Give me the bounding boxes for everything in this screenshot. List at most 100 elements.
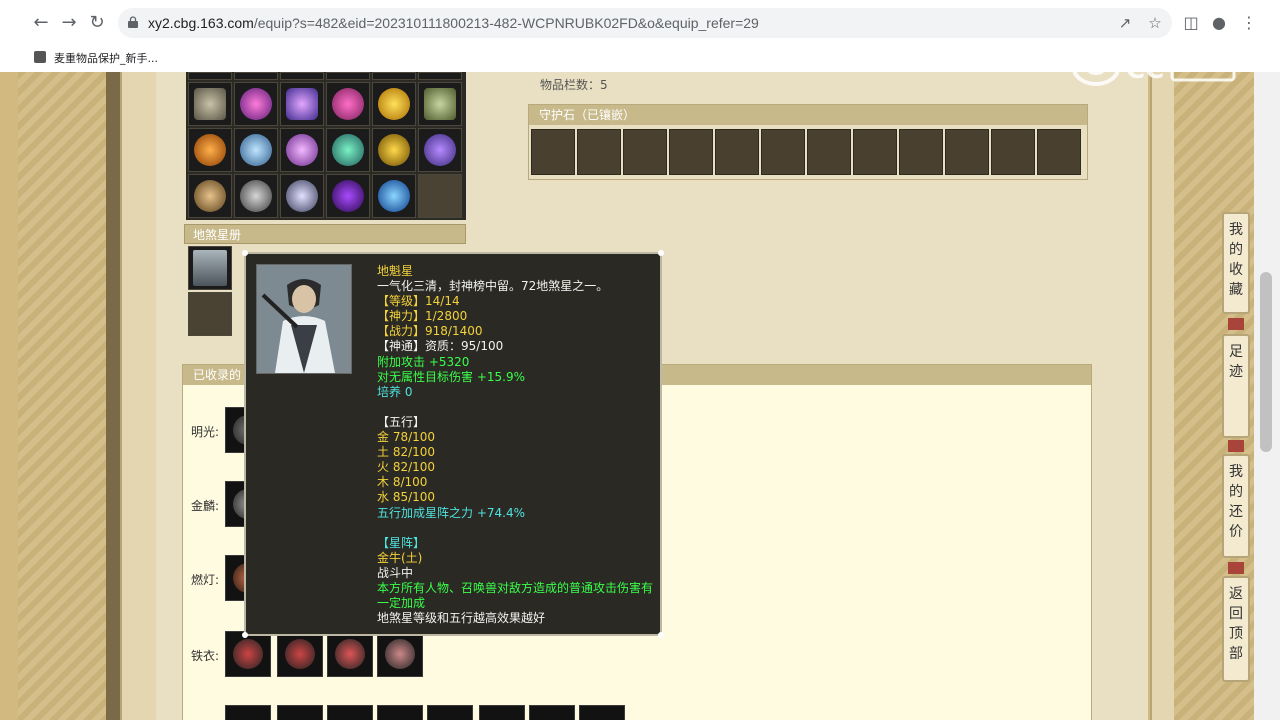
tooltip-line: 【神通】资质：95/100	[377, 339, 504, 354]
menu-icon[interactable]: ⋮	[1238, 12, 1260, 34]
inventory-cell[interactable]	[188, 72, 232, 80]
star-icon[interactable]: ☆	[1146, 14, 1164, 32]
tooltip-corner	[242, 632, 248, 638]
guard-stone-slot[interactable]	[807, 129, 851, 175]
inventory-cell[interactable]	[234, 128, 278, 172]
inventory-cell[interactable]	[372, 82, 416, 126]
collect-cell[interactable]	[277, 705, 323, 720]
tooltip-line: 地煞星等级和五行越高效果越好	[377, 611, 546, 626]
inventory-cell[interactable]	[188, 128, 232, 172]
back-icon[interactable]: ←	[28, 10, 54, 36]
svg-text:CC: CC	[1126, 55, 1164, 85]
reload-icon[interactable]: ↻	[84, 10, 110, 36]
collect-cell[interactable]	[529, 705, 575, 720]
inventory-cell[interactable]	[418, 128, 462, 172]
tooltip-line	[377, 521, 661, 536]
inventory-cell[interactable]	[280, 174, 324, 218]
url-host: xy2.cbg.163.com	[148, 15, 254, 31]
tooltip-line: 【五行】	[377, 414, 426, 429]
inventory-cell[interactable]	[326, 174, 370, 218]
star-book-cell-empty[interactable]	[188, 292, 232, 336]
inventory-cell[interactable]	[326, 128, 370, 172]
star-portrait-icon	[193, 250, 227, 286]
address-bar[interactable]: xy2.cbg.163.com/equip?s=482&eid=20231011…	[118, 8, 1172, 38]
inventory-cell-empty[interactable]	[418, 174, 462, 218]
inventory-cell[interactable]	[326, 82, 370, 126]
star-book-grid	[186, 246, 246, 342]
tooltip-line: 木 8/100	[377, 475, 428, 490]
scrollbar[interactable]	[1254, 72, 1280, 720]
necklace-item-icon	[335, 639, 365, 669]
inventory-cell[interactable]	[234, 82, 278, 126]
guard-stone-slot[interactable]	[577, 129, 621, 175]
inventory-cell[interactable]	[234, 174, 278, 218]
guard-stone-slot[interactable]	[761, 129, 805, 175]
left-border	[106, 72, 120, 720]
back-to-top-label: 返 回 顶 部	[1229, 586, 1243, 662]
guard-stone-slot[interactable]	[991, 129, 1035, 175]
footprint-label: 足 迹	[1229, 344, 1243, 380]
tooltip-line: 战斗中	[377, 565, 414, 580]
guard-stone-slot[interactable]	[945, 129, 989, 175]
forward-icon[interactable]: →	[56, 10, 82, 36]
inventory-cell[interactable]	[372, 72, 416, 80]
collect-cell[interactable]	[427, 705, 473, 720]
collect-row-label: 燃灯:	[191, 573, 220, 587]
ring-item-icon	[194, 180, 226, 212]
share-icon[interactable]: ↗	[1116, 14, 1134, 32]
guard-stone-slot[interactable]	[623, 129, 667, 175]
tooltip-line: 水 85/100	[377, 490, 436, 505]
guard-stone-slot[interactable]	[1037, 129, 1081, 175]
collect-cell[interactable]	[579, 705, 625, 720]
scrollbar-thumb[interactable]	[1260, 272, 1272, 452]
guard-stone-slot[interactable]	[853, 129, 897, 175]
inventory-cell[interactable]	[188, 174, 232, 218]
guard-stone-slot[interactable]	[669, 129, 713, 175]
jade-box-item-icon	[424, 88, 456, 120]
inventory-cell[interactable]	[372, 174, 416, 218]
profile-icon[interactable]: ●	[1208, 12, 1230, 34]
collect-cell[interactable]	[277, 631, 323, 677]
bookmark-favicon-icon	[34, 51, 46, 63]
inventory-cell[interactable]	[372, 128, 416, 172]
star-book-cell[interactable]	[188, 246, 232, 290]
collect-cell[interactable]	[225, 705, 271, 720]
inventory-cell[interactable]	[418, 82, 462, 126]
collect-cell[interactable]	[225, 631, 271, 677]
tooltip-line: 对无属性目标伤害 +15.9%	[377, 369, 525, 384]
star-book-title: 地煞星册	[184, 224, 466, 244]
my-favorites-button[interactable]: 我 的 收 藏	[1222, 212, 1250, 314]
sidepanel-icon[interactable]: ◫	[1180, 12, 1202, 34]
my-counteroffer-label: 我 的 还 价	[1229, 464, 1243, 540]
inventory-cell[interactable]	[326, 72, 370, 80]
inventory-cell[interactable]	[418, 72, 462, 80]
collect-cell[interactable]	[377, 631, 423, 677]
collect-cell[interactable]	[327, 705, 373, 720]
ring-item-icon	[285, 639, 315, 669]
collect-cell[interactable]	[327, 631, 373, 677]
guard-stone-slot[interactable]	[715, 129, 759, 175]
side-separator	[1228, 440, 1244, 452]
tooltip-line: 【神力】1/2800	[377, 309, 468, 324]
bookmark-item[interactable]: 麦重物品保护_新手...	[54, 50, 158, 66]
collect-cell[interactable]	[479, 705, 525, 720]
guard-stone-slot[interactable]	[899, 129, 943, 175]
inventory-cell[interactable]	[280, 82, 324, 126]
inventory-cell[interactable]	[280, 72, 324, 80]
guard-stone-panel: 守护石（已镶嵌）	[528, 104, 1088, 180]
warrior-portrait-icon	[256, 264, 352, 374]
footprint-button[interactable]: 足 迹	[1222, 334, 1250, 438]
inventory-cell[interactable]	[234, 72, 278, 80]
golden-lamp-item-icon	[378, 134, 410, 166]
star-tooltip: 地魁星 一气化三清，封神榜中留。72地煞星之一。 【等级】14/14 【神力】1/28…	[242, 250, 664, 638]
my-counteroffer-button[interactable]: 我 的 还 价	[1222, 454, 1250, 558]
guard-stone-slot[interactable]	[531, 129, 575, 175]
inventory-cell[interactable]	[280, 128, 324, 172]
scroll-item-icon	[194, 88, 226, 120]
inventory-cell[interactable]	[188, 82, 232, 126]
gold-flower-item-icon	[378, 88, 410, 120]
skull-item-icon	[385, 639, 415, 669]
tooltip-line	[377, 400, 661, 415]
collect-cell[interactable]	[377, 705, 423, 720]
back-to-top-button[interactable]: 返 回 顶 部	[1222, 576, 1250, 682]
